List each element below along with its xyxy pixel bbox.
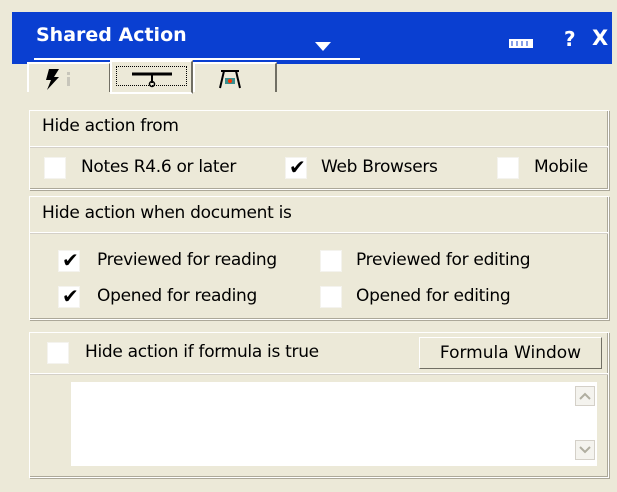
chevron-down-icon[interactable] — [315, 42, 331, 51]
formula-checkbox[interactable] — [47, 342, 69, 364]
formula-window-button[interactable]: Formula Window — [419, 337, 602, 369]
chevron-up-icon — [579, 392, 591, 400]
window-title[interactable]: Shared Action — [36, 24, 187, 46]
hide-when-icon — [132, 72, 172, 88]
previewed-reading-checkbox[interactable]: ✔ — [58, 248, 80, 272]
opened-reading-label: Opened for reading — [97, 286, 258, 306]
help-button[interactable]: ? — [564, 27, 576, 51]
web-browsers-checkbox[interactable]: ✔ — [285, 155, 307, 179]
mobile-label: Mobile — [534, 157, 588, 177]
pin-icon[interactable] — [509, 39, 533, 48]
checkmark-icon: ✔ — [62, 284, 79, 308]
scroll-down-button[interactable] — [575, 440, 595, 460]
scroll-up-button[interactable] — [575, 386, 595, 406]
notes-r46-label: Notes R4.6 or later — [81, 157, 237, 177]
formula-textarea[interactable] — [71, 382, 597, 466]
chevron-down-icon — [579, 446, 591, 454]
opened-editing-checkbox[interactable] — [320, 286, 342, 308]
divider — [30, 146, 608, 148]
opened-editing-label: Opened for editing — [356, 286, 511, 306]
formula-label: Hide action if formula is true — [85, 342, 319, 362]
previewed-editing-label: Previewed for editing — [356, 250, 531, 270]
tab-hide-when[interactable] — [110, 60, 193, 94]
close-button[interactable]: X — [592, 26, 608, 50]
divider — [30, 373, 608, 375]
hide-from-heading: Hide action from — [42, 116, 179, 136]
hide-when-heading: Hide action when document is — [42, 203, 292, 223]
web-browsers-label: Web Browsers — [321, 157, 438, 177]
opened-reading-checkbox[interactable]: ✔ — [58, 284, 80, 308]
mobile-checkbox[interactable] — [497, 157, 519, 179]
checkmark-icon: ✔ — [289, 155, 306, 179]
scrollbar[interactable] — [571, 382, 597, 466]
lightning-icon — [46, 69, 70, 90]
title-underline — [34, 58, 360, 60]
title-bar: Shared Action ? X — [12, 12, 612, 64]
tab-action-info[interactable] — [27, 62, 111, 92]
previewed-editing-checkbox[interactable] — [320, 250, 342, 272]
properties-panel: Shared Action ? X Hide action from Notes… — [0, 0, 617, 492]
advanced-icon — [219, 70, 241, 89]
checkmark-icon: ✔ — [62, 248, 79, 272]
divider — [30, 232, 608, 234]
tab-advanced[interactable] — [193, 62, 277, 92]
notes-r46-checkbox[interactable] — [44, 157, 66, 179]
previewed-reading-label: Previewed for reading — [97, 250, 277, 270]
